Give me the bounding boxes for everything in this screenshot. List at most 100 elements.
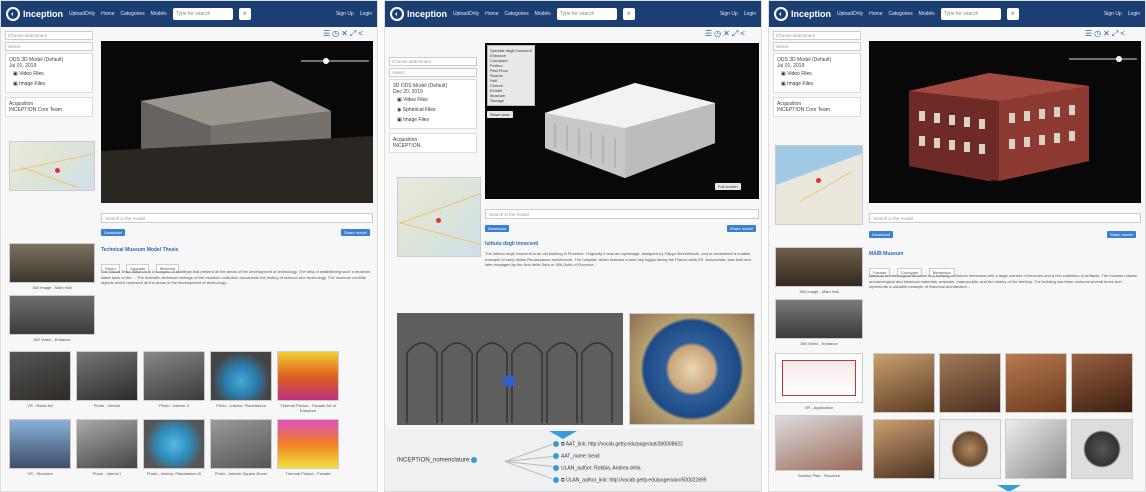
thumb-structure[interactable]: [9, 419, 71, 469]
download-button[interactable]: Download: [869, 231, 893, 238]
model-parts-menu[interactable]: Spedale degli Innocenti Entrance Courtya…: [487, 45, 535, 106]
thumb-360-video[interactable]: [775, 299, 863, 339]
thumb-photo[interactable]: [210, 351, 272, 401]
3d-viewer[interactable]: [101, 41, 373, 203]
model-search-input[interactable]: Search in the model: [101, 213, 373, 223]
thumb-vr-app[interactable]: [775, 353, 863, 403]
logo[interactable]: ◐ Inception: [390, 7, 447, 21]
thumb-section-plan[interactable]: [775, 415, 863, 471]
login-link[interactable]: Login: [360, 11, 372, 17]
logo[interactable]: ◐ Inception: [774, 7, 831, 21]
nav-link-home[interactable]: Home: [101, 11, 114, 17]
thumb-photo[interactable]: [76, 419, 138, 469]
image-files-button[interactable]: ▣ Image Files: [393, 115, 473, 125]
select-dropdown[interactable]: Select: [389, 68, 477, 77]
collapse-arrow-icon[interactable]: [549, 431, 577, 439]
login-link[interactable]: Login: [1128, 11, 1140, 17]
thumb-thermal[interactable]: [277, 351, 339, 401]
thumb-360-image[interactable]: [775, 247, 863, 287]
thumb-360-image[interactable]: [9, 243, 95, 283]
download-button[interactable]: Download: [101, 229, 125, 236]
search-icon[interactable]: ⌕: [622, 8, 635, 20]
location-map[interactable]: [775, 145, 863, 225]
signup-link[interactable]: Sign Up: [336, 11, 354, 17]
model-search-input[interactable]: Search in the model: [485, 209, 759, 219]
logo[interactable]: ◐ Inception: [6, 7, 63, 21]
graph-leaf-node[interactable]: AAT_name: bead: [553, 453, 600, 459]
reset-view-button[interactable]: Reset view: [487, 111, 513, 118]
nav-link-models[interactable]: Models: [919, 11, 935, 17]
thumb-photo[interactable]: [939, 353, 1001, 413]
nav-link-categories[interactable]: Categories: [888, 11, 912, 17]
thumb-photo[interactable]: [76, 351, 138, 401]
nav-link-upload[interactable]: UploadOnly: [69, 11, 95, 17]
thumb-photo[interactable]: [1071, 353, 1133, 413]
signup-link[interactable]: Sign Up: [720, 11, 738, 17]
fullscreen-button[interactable]: Full screen: [715, 183, 741, 190]
nav-link-upload[interactable]: UploadOnly: [837, 11, 863, 17]
nav-link-categories[interactable]: Categories: [504, 11, 528, 17]
thumb-photo[interactable]: [1005, 353, 1067, 413]
annotation-input[interactable]: Choose attachment: [5, 31, 93, 40]
model-title[interactable]: Technical Museum Model Thesis: [101, 247, 178, 253]
download-button[interactable]: Download: [485, 225, 509, 232]
location-map[interactable]: [397, 177, 481, 257]
graph-leaf-node[interactable]: ⧉ ULAN_author_link: http://vocab.getty.e…: [553, 477, 707, 483]
share-button[interactable]: Share model: [727, 225, 756, 232]
nav-link-home[interactable]: Home: [869, 11, 882, 17]
annotation-input[interactable]: Choose attachment: [773, 31, 861, 40]
graph-center-node[interactable]: INCEPTION_nomenclature: [397, 457, 479, 464]
nav-search-input[interactable]: Type for search: [556, 8, 617, 20]
model-search-input[interactable]: Search in the model: [869, 213, 1141, 223]
thumb-photo[interactable]: [1071, 419, 1133, 479]
thumb-360-video[interactable]: [9, 295, 95, 335]
thumb-photo[interactable]: [143, 419, 205, 469]
share-button[interactable]: Share model: [341, 229, 370, 236]
viewer-toolbar[interactable]: ☰◷✕⤢<: [323, 29, 365, 39]
nav-link-models[interactable]: Models: [151, 11, 167, 17]
video-files-button[interactable]: ▣ Video Files: [777, 69, 857, 79]
model-title[interactable]: MAIB Museum: [869, 251, 903, 257]
nav-link-categories[interactable]: Categories: [120, 11, 144, 17]
login-link[interactable]: Login: [744, 11, 756, 17]
medallion-photo[interactable]: [629, 313, 755, 425]
video-files-button[interactable]: ▣ Video Files: [393, 95, 473, 105]
share-button[interactable]: Share model: [1107, 231, 1136, 238]
nav-link-models[interactable]: Models: [535, 11, 551, 17]
team-label[interactable]: INCEPTION Core Team: [777, 107, 857, 113]
thumb-thermal[interactable]: [277, 419, 339, 469]
annotation-input[interactable]: Choose attachment: [389, 57, 477, 66]
model-title[interactable]: Istituto degli Innocenti: [485, 241, 538, 247]
thumb-photo[interactable]: [210, 419, 272, 469]
image-files-button[interactable]: ▣ Image Files: [9, 79, 89, 89]
location-map[interactable]: [9, 141, 95, 191]
menu-item[interactable]: Storage: [490, 98, 532, 103]
select-dropdown[interactable]: Select: [5, 42, 93, 51]
select-dropdown[interactable]: Select: [773, 42, 861, 51]
viewer-toolbar[interactable]: ☰◷✕⤢<: [705, 29, 747, 39]
nav-link-home[interactable]: Home: [485, 11, 498, 17]
signup-link[interactable]: Sign Up: [1104, 11, 1122, 17]
team-label[interactable]: INCEPTION: [393, 143, 473, 149]
thumb-photo[interactable]: [9, 351, 71, 401]
viewer-toolbar[interactable]: ☰◷✕⤢<: [1085, 29, 1127, 39]
thumb-photo[interactable]: [939, 419, 1001, 479]
nav-search-input[interactable]: Type for search: [940, 8, 1001, 20]
spherical-files-button[interactable]: ◉ Spherical Files: [393, 105, 473, 115]
expand-arrow-icon[interactable]: [997, 485, 1021, 491]
graph-leaf-node[interactable]: ULAN_author: Robbia, Andrea della: [553, 465, 641, 471]
thumb-photo[interactable]: [1005, 419, 1067, 479]
thumb-photo[interactable]: [873, 419, 935, 479]
thumb-photo[interactable]: [143, 351, 205, 401]
team-label[interactable]: INCEPTION Core Team: [9, 107, 89, 113]
thumb-photo[interactable]: [873, 353, 935, 413]
search-icon[interactable]: ⌕: [238, 8, 251, 20]
video-files-button[interactable]: ▣ Video Files: [9, 69, 89, 79]
nav-search-input[interactable]: Type for search: [172, 8, 233, 20]
section-viewer[interactable]: [397, 313, 623, 425]
3d-viewer[interactable]: [869, 41, 1141, 203]
nav-link-upload[interactable]: UploadOnly: [453, 11, 479, 17]
search-icon[interactable]: ⌕: [1006, 8, 1019, 20]
graph-leaf-node[interactable]: ⧉ AAT_link: http://vocab.getty.edu/page/…: [553, 441, 683, 447]
image-files-button[interactable]: ▣ Image Files: [777, 79, 857, 89]
